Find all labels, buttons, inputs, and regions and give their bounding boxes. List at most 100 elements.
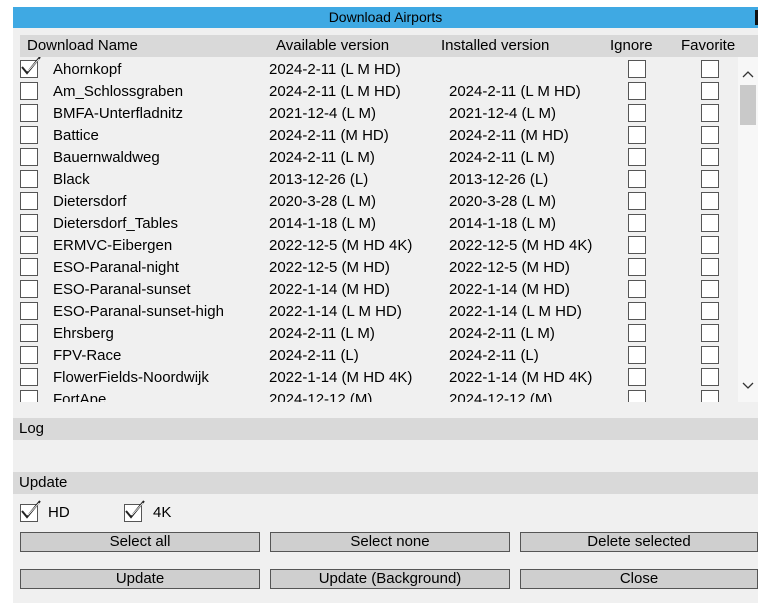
row-favorite-checkbox[interactable]	[701, 192, 719, 210]
row-ignore-checkbox[interactable]	[628, 390, 646, 402]
row-ignore-checkbox[interactable]	[628, 324, 646, 342]
row-favorite-checkbox[interactable]	[701, 368, 719, 386]
row-installed-version: 2024-2-11 (L M)	[449, 149, 555, 166]
update-section-header: Update	[13, 472, 758, 494]
row-select-checkbox[interactable]	[20, 324, 38, 342]
list-row[interactable]: Ahornkopf 2024-2-11 (L M HD)	[13, 57, 738, 81]
list-row[interactable]: FortApe 2024-12-12 (M) 2024-12-12 (M)	[13, 389, 738, 402]
select-all-button[interactable]: Select all	[20, 532, 260, 552]
row-ignore-checkbox[interactable]	[628, 148, 646, 166]
update-button[interactable]: Update	[20, 569, 260, 589]
row-ignore-checkbox[interactable]	[628, 346, 646, 364]
row-name: Ehrsberg	[53, 325, 114, 342]
column-ignore-header[interactable]: Ignore	[610, 37, 653, 54]
row-select-checkbox[interactable]	[20, 192, 38, 210]
window-title: Download Airports	[328, 9, 443, 25]
row-ignore-checkbox[interactable]	[628, 82, 646, 100]
row-favorite-checkbox[interactable]	[701, 258, 719, 276]
list-row[interactable]: Am_Schlossgraben 2024-2-11 (L M HD) 2024-2…	[13, 81, 738, 103]
row-select-checkbox[interactable]	[20, 258, 38, 276]
row-ignore-checkbox[interactable]	[628, 258, 646, 276]
list-row[interactable]: FlowerFields-Noordwijk 2022-1-14 (M HD 4K…	[13, 367, 738, 389]
list-row[interactable]: Dietersdorf 2020-3-28 (L M) 2020-3-28 (L M…	[13, 191, 738, 213]
row-select-checkbox[interactable]	[20, 82, 38, 100]
list-row[interactable]: Bauernwaldweg 2024-2-11 (L M) 2024-2-11 (L…	[13, 147, 738, 169]
row-ignore-checkbox[interactable]	[628, 170, 646, 188]
row-installed-version: 2022-1-14 (L M HD)	[449, 303, 582, 320]
row-select-checkbox[interactable]	[20, 346, 38, 364]
row-favorite-checkbox[interactable]	[701, 82, 719, 100]
delete-selected-button[interactable]: Delete selected	[520, 532, 758, 552]
row-installed-version: 2020-3-28 (L M)	[449, 193, 556, 210]
column-name-header[interactable]: Download Name	[27, 37, 138, 54]
row-favorite-checkbox[interactable]	[701, 148, 719, 166]
row-installed-version: 2024-2-11 (M HD)	[449, 127, 569, 144]
checkmark-icon	[21, 57, 41, 75]
row-select-checkbox[interactable]	[20, 148, 38, 166]
row-available-version: 2020-3-28 (L M)	[269, 193, 376, 210]
row-favorite-checkbox[interactable]	[701, 60, 719, 78]
hd-label: HD	[48, 504, 70, 521]
row-favorite-checkbox[interactable]	[701, 104, 719, 122]
row-favorite-checkbox[interactable]	[701, 302, 719, 320]
list-scrollbar[interactable]	[738, 57, 758, 402]
row-name: BMFA-Unterfladnitz	[53, 105, 184, 122]
row-ignore-checkbox[interactable]	[628, 126, 646, 144]
row-select-checkbox[interactable]	[20, 170, 38, 188]
row-ignore-checkbox[interactable]	[628, 302, 646, 320]
row-select-checkbox[interactable]	[20, 390, 38, 402]
row-favorite-checkbox[interactable]	[701, 126, 719, 144]
row-select-checkbox[interactable]	[20, 214, 38, 232]
row-favorite-checkbox[interactable]	[701, 236, 719, 254]
row-ignore-checkbox[interactable]	[628, 214, 646, 232]
list-row[interactable]: FPV-Race 2024-2-11 (L) 2024-2-11 (L)	[13, 345, 738, 367]
list-row[interactable]: Battice 2024-2-11 (M HD) 2024-2-11 (M HD)	[13, 125, 738, 147]
row-ignore-checkbox[interactable]	[628, 192, 646, 210]
row-ignore-checkbox[interactable]	[628, 368, 646, 386]
scroll-up-icon[interactable]	[742, 68, 754, 80]
row-select-checkbox[interactable]	[20, 280, 38, 298]
list-row[interactable]: Black 2013-12-26 (L) 2013-12-26 (L)	[13, 169, 738, 191]
row-select-checkbox[interactable]	[20, 57, 41, 78]
row-ignore-checkbox[interactable]	[628, 60, 646, 78]
airport-list[interactable]: Ahornkopf 2024-2-11 (L M HD) Am_Schlossgra…	[13, 57, 738, 402]
row-name: Battice	[53, 127, 99, 144]
scroll-down-icon[interactable]	[742, 380, 754, 392]
list-row[interactable]: ERMVC-Eibergen 2022-12-5 (M HD 4K) 2022-12…	[13, 235, 738, 257]
column-favorite-header[interactable]: Favorite	[681, 37, 735, 54]
row-favorite-checkbox[interactable]	[701, 280, 719, 298]
row-ignore-checkbox[interactable]	[628, 104, 646, 122]
update-background-button[interactable]: Update (Background)	[270, 569, 510, 589]
row-favorite-checkbox[interactable]	[701, 214, 719, 232]
row-favorite-checkbox[interactable]	[701, 390, 719, 402]
list-row[interactable]: ESO-Paranal-sunset-high 2022-1-14 (L M HD…	[13, 301, 738, 323]
hd-checkbox[interactable]	[20, 500, 41, 522]
select-none-button[interactable]: Select none	[270, 532, 510, 552]
list-row[interactable]: ESO-Paranal-sunset 2022-1-14 (M HD) 2022-1…	[13, 279, 738, 301]
row-name: ESO-Paranal-night	[53, 259, 179, 276]
row-select-checkbox[interactable]	[20, 368, 38, 386]
column-installed-header[interactable]: Installed version	[441, 37, 549, 54]
row-select-checkbox[interactable]	[20, 236, 38, 254]
list-row[interactable]: BMFA-Unterfladnitz 2021-12-4 (L M) 2021-12…	[13, 103, 738, 125]
row-select-checkbox[interactable]	[20, 104, 38, 122]
row-ignore-checkbox[interactable]	[628, 236, 646, 254]
scroll-thumb[interactable]	[740, 85, 756, 125]
row-available-version: 2024-2-11 (L)	[269, 347, 359, 364]
list-row[interactable]: Dietersdorf_Tables 2014-1-18 (L M) 2014-1-…	[13, 213, 738, 235]
close-button[interactable]: Close	[520, 569, 758, 589]
list-row[interactable]: Ehrsberg 2024-2-11 (L M) 2024-2-11 (L M)	[13, 323, 738, 345]
row-installed-version: 2024-2-11 (L M HD)	[449, 83, 581, 100]
row-name: FlowerFields-Noordwijk	[53, 369, 209, 386]
row-name: ESO-Paranal-sunset	[53, 281, 191, 298]
row-select-checkbox[interactable]	[20, 302, 38, 320]
row-favorite-checkbox[interactable]	[701, 170, 719, 188]
row-select-checkbox[interactable]	[20, 126, 38, 144]
row-favorite-checkbox[interactable]	[701, 346, 719, 364]
column-available-header[interactable]: Available version	[276, 37, 389, 54]
row-ignore-checkbox[interactable]	[628, 280, 646, 298]
list-row[interactable]: ESO-Paranal-night 2022-12-5 (M HD) 2022-12…	[13, 257, 738, 279]
4k-checkbox[interactable]	[124, 500, 145, 522]
row-available-version: 2022-1-14 (M HD 4K)	[269, 369, 413, 386]
row-favorite-checkbox[interactable]	[701, 324, 719, 342]
